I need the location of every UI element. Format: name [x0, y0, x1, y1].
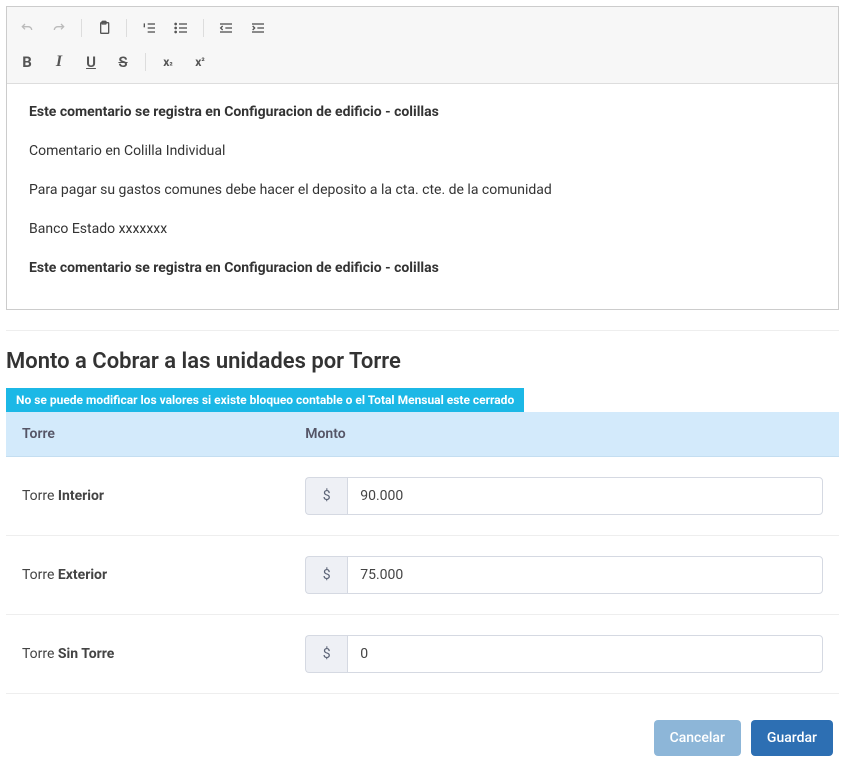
monto-input-group: $ — [305, 635, 823, 673]
editor-line: Comentario en Colilla Individual — [29, 141, 816, 162]
section-divider — [6, 330, 839, 331]
toolbar-separator — [81, 19, 82, 37]
editor-content-area[interactable]: Este comentario se registra en Configura… — [7, 84, 838, 309]
rich-text-editor: B I U S x₂ x² Este comentario se registr… — [6, 6, 839, 310]
bold-icon[interactable]: B — [13, 49, 41, 75]
monto-input[interactable] — [347, 635, 823, 673]
table-row: Torre Interior $ — [6, 457, 839, 536]
section-title: Monto a Cobrar a las unidades por Torre — [6, 349, 839, 374]
unordered-list-icon[interactable] — [167, 15, 195, 41]
monto-input[interactable] — [347, 477, 823, 515]
form-actions: Cancelar Guardar — [6, 720, 839, 756]
strikethrough-icon[interactable]: S — [109, 49, 137, 75]
paste-icon[interactable] — [90, 15, 118, 41]
monto-input[interactable] — [347, 556, 823, 594]
currency-icon: $ — [305, 477, 347, 515]
subscript-icon[interactable]: x₂ — [154, 49, 182, 75]
table-row: Torre Sin Torre $ — [6, 615, 839, 694]
undo-icon[interactable] — [13, 15, 41, 41]
editor-line: Banco Estado xxxxxxx — [29, 219, 816, 240]
redo-icon[interactable] — [45, 15, 73, 41]
superscript-icon[interactable]: x² — [186, 49, 214, 75]
table-row: Torre Exterior $ — [6, 536, 839, 615]
italic-icon[interactable]: I — [45, 49, 73, 75]
table-header-monto: Monto — [289, 412, 839, 457]
row-label: Torre Exterior — [22, 567, 107, 583]
editor-line: Para pagar su gastos comunes debe hacer … — [29, 180, 816, 201]
toolbar-separator — [203, 19, 204, 37]
cancel-button[interactable]: Cancelar — [654, 720, 741, 756]
underline-icon[interactable]: U — [77, 49, 105, 75]
info-alert: No se puede modificar los valores si exi… — [6, 388, 524, 412]
indent-icon[interactable] — [244, 15, 272, 41]
currency-icon: $ — [305, 556, 347, 594]
table-header-torre: Torre — [6, 412, 289, 457]
row-label: Torre Sin Torre — [22, 646, 114, 662]
torre-monto-table: Torre Monto Torre Interior $ Torre Exter… — [6, 412, 839, 694]
currency-icon: $ — [305, 635, 347, 673]
editor-line: Este comentario se registra en Configura… — [29, 258, 816, 279]
toolbar-separator — [145, 53, 146, 71]
save-button[interactable]: Guardar — [751, 720, 833, 756]
outdent-icon[interactable] — [212, 15, 240, 41]
editor-line: Este comentario se registra en Configura… — [29, 102, 816, 123]
monto-input-group: $ — [305, 556, 823, 594]
ordered-list-icon[interactable] — [135, 15, 163, 41]
toolbar-separator — [126, 19, 127, 37]
monto-input-group: $ — [305, 477, 823, 515]
editor-toolbar: B I U S x₂ x² — [7, 7, 838, 84]
row-label: Torre Interior — [22, 488, 104, 504]
